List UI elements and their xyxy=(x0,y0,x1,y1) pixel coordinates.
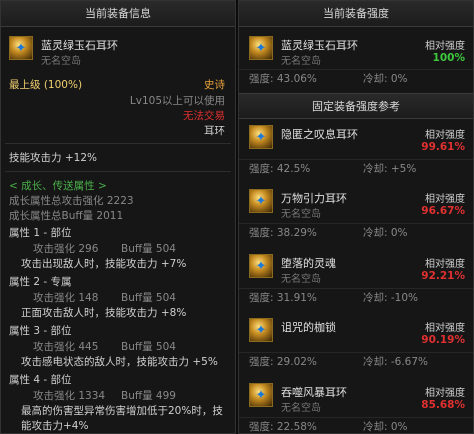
panel-header: 当前装备信息 xyxy=(1,1,235,27)
attr-atk: 攻击强化 445 xyxy=(33,341,99,353)
relative-strength-value: 99.61% xyxy=(421,141,465,153)
strength-value: 强度: 22.58% xyxy=(249,421,317,433)
growth-title: < 成长、传送属性 > xyxy=(9,180,107,192)
cooldown-value: 冷却: -6.67% xyxy=(363,356,429,368)
attr-title: 属性 2 - 专属 xyxy=(9,276,72,288)
item-source: 无名空岛 xyxy=(281,403,321,414)
earring-icon[interactable]: ✦ xyxy=(249,383,273,407)
stat-row: 强度: 29.02% 冷却: -6.67% xyxy=(239,352,473,368)
relative-strength-value: 92.21% xyxy=(421,270,465,282)
item-name: 蓝灵绿玉石耳环 xyxy=(281,39,358,52)
panel-header: 当前装备强度 xyxy=(239,1,473,27)
item-name: 蓝灵绿玉石耳环 xyxy=(41,39,118,52)
divider xyxy=(5,171,231,172)
reference-header: 固定装备强度参考 xyxy=(239,93,473,119)
attr-desc: 正面攻击敌人时，技能攻击力 +8% xyxy=(21,307,187,319)
growth-total-atk: 成长属性总攻击强化 2223 xyxy=(9,195,134,207)
stat-row: 强度: 31.91% 冷却: -10% xyxy=(239,288,473,304)
item-source: 无名空岛 xyxy=(281,56,321,67)
relative-strength-value: 100% xyxy=(432,52,465,64)
attr-buff: Buff量 504 xyxy=(121,243,176,255)
item-type: 耳环 xyxy=(204,125,225,137)
stat-row: 强度: 42.5% 冷却: +5% xyxy=(239,159,473,175)
attr-desc: 攻击出现敌人时，技能攻击力 +7% xyxy=(21,258,187,270)
relative-strength-label: 相对强度 xyxy=(425,388,465,399)
relative-strength-label: 相对强度 xyxy=(425,41,465,52)
relative-strength-value: 96.67% xyxy=(421,205,465,217)
attr-title: 属性 4 - 部位 xyxy=(9,374,72,386)
equipment-info-panel: 当前装备信息 ✦ 蓝灵绿玉石耳环 无名空岛 最上级 (100%) 史诗 Lv10… xyxy=(0,0,236,434)
cooldown-value: 冷却: +5% xyxy=(363,163,417,175)
cooldown-value: 冷却: 0% xyxy=(363,73,408,85)
trade-status: 无法交易 xyxy=(183,110,225,122)
cooldown-value: 冷却: 0% xyxy=(363,421,408,433)
item-name: 隐匿之叹息耳环 xyxy=(281,128,358,141)
item-source: 无名空岛 xyxy=(41,56,81,67)
earring-icon[interactable]: ✦ xyxy=(9,36,33,60)
item-name: 堕落的灵魂 xyxy=(281,257,336,270)
relative-strength-label: 相对强度 xyxy=(425,259,465,270)
attr-buff: Buff量 499 xyxy=(121,390,176,402)
equipment-strength-panel: 当前装备强度 ✦ 蓝灵绿玉石耳环 无名空岛 相对强度 100% 强度: 43.0… xyxy=(238,0,474,434)
item-name: 吞噬风暴耳环 xyxy=(281,386,347,399)
stat-row: 强度: 38.29% 冷却: 0% xyxy=(239,223,473,239)
strength-value: 强度: 29.02% xyxy=(249,356,317,368)
strength-value: 强度: 43.06% xyxy=(249,73,317,85)
attr-buff: Buff量 504 xyxy=(121,292,176,304)
item-rarity: 史诗 xyxy=(204,79,225,91)
attr-atk: 攻击强化 1334 xyxy=(33,390,106,402)
earring-icon[interactable]: ✦ xyxy=(249,189,273,213)
strength-value: 强度: 42.5% xyxy=(249,163,311,175)
divider xyxy=(5,143,231,144)
earring-icon[interactable]: ✦ xyxy=(249,36,273,60)
attr-desc: 最高的伤害型异常伤害增加低于20%时，技 xyxy=(21,405,223,417)
growth-total-buff: 成长属性总Buff量 2011 xyxy=(9,210,124,222)
stat-row: 强度: 43.06% 冷却: 0% xyxy=(239,69,473,85)
earring-icon[interactable]: ✦ xyxy=(249,318,273,342)
item-grade: 最上级 (100%) xyxy=(9,79,83,91)
attr-buff: Buff量 504 xyxy=(121,341,176,353)
stat-row: 强度: 22.58% 冷却: 0% xyxy=(239,417,473,433)
attr-title: 属性 3 - 部位 xyxy=(9,325,72,337)
relative-strength-value: 90.19% xyxy=(421,334,465,346)
attr-title: 属性 1 - 部位 xyxy=(9,227,72,239)
strength-value: 强度: 31.91% xyxy=(249,292,317,304)
attr-atk: 攻击强化 296 xyxy=(33,243,99,255)
item-name: 万物引力耳环 xyxy=(281,192,347,205)
earring-icon[interactable]: ✦ xyxy=(249,125,273,149)
attr-desc: 攻击感电状态的敌人时，技能攻击力 +5% xyxy=(21,356,218,368)
cooldown-value: 冷却: 0% xyxy=(363,227,408,239)
relative-strength-label: 相对强度 xyxy=(425,194,465,205)
item-source: 无名空岛 xyxy=(281,274,321,285)
level-requirement: Lv105以上可以使用 xyxy=(129,95,225,107)
relative-strength-value: 85.68% xyxy=(421,399,465,411)
attr-atk: 攻击强化 148 xyxy=(33,292,99,304)
earring-icon[interactable]: ✦ xyxy=(249,254,273,278)
relative-strength-label: 相对强度 xyxy=(425,130,465,141)
cooldown-value: 冷却: -10% xyxy=(363,292,419,304)
attr-desc: 能攻击力+4% xyxy=(21,420,89,432)
item-name: 诅咒的枷锁 xyxy=(281,321,336,334)
relative-strength-label: 相对强度 xyxy=(425,323,465,334)
item-source: 无名空岛 xyxy=(281,209,321,220)
strength-value: 强度: 38.29% xyxy=(249,227,317,239)
skill-attack: 技能攻击力 +12% xyxy=(9,152,97,164)
